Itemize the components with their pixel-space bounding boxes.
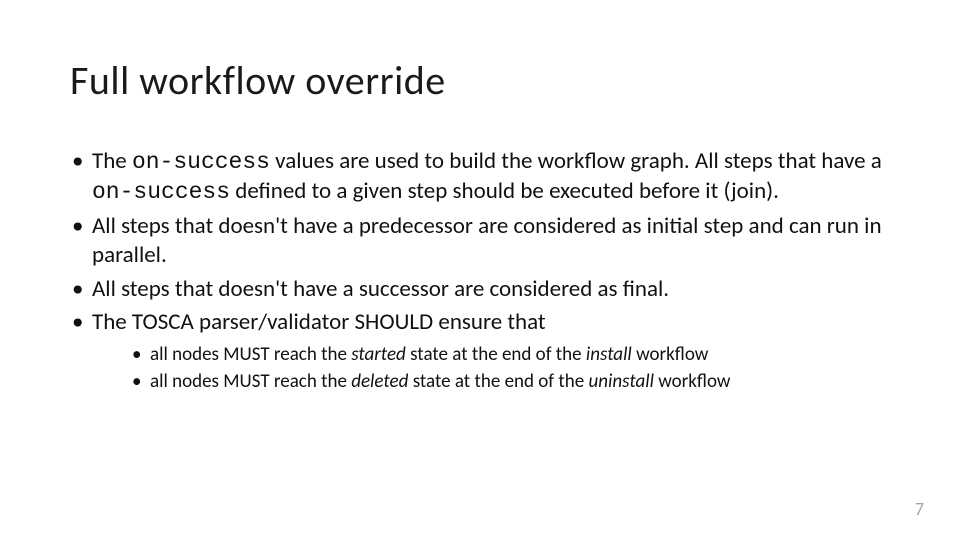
italic: deleted <box>351 370 408 393</box>
text: all nodes MUST reach the <box>150 370 351 393</box>
italic: started <box>351 343 406 366</box>
text: The TOSCA parser/validator SHOULD ensure… <box>92 308 546 336</box>
page-title: Full workflow override <box>70 56 890 105</box>
text: state at the end of the <box>406 343 586 366</box>
text: workflow <box>632 343 709 366</box>
sub-bullet-list: all nodes MUST reach the started state a… <box>92 342 890 394</box>
text: state at the end of the <box>408 370 588 393</box>
text: all nodes MUST reach the <box>150 343 351 366</box>
text: workflow <box>654 370 731 393</box>
sub-bullet-1: all nodes MUST reach the started state a… <box>132 342 890 367</box>
bullet-list: The on-success values are used to build … <box>70 147 890 394</box>
text: The <box>92 147 132 175</box>
sub-bullet-2: all nodes MUST reach the deleted state a… <box>132 369 890 394</box>
bullet-1: The on-success values are used to build … <box>70 147 890 208</box>
bullet-4: The TOSCA parser/validator SHOULD ensure… <box>70 308 890 394</box>
text: defined to a given step should be execut… <box>230 177 779 205</box>
page-number: 7 <box>915 498 924 520</box>
bullet-2: All steps that doesn't have a predecesso… <box>70 212 890 271</box>
code: on-success <box>92 179 230 205</box>
text: values are used to build the workflow gr… <box>270 147 882 175</box>
italic: uninstall <box>589 370 654 393</box>
slide: Full workflow override The on-success va… <box>0 0 960 540</box>
bullet-3: All steps that doesn't have a successor … <box>70 275 890 304</box>
code: on-success <box>132 149 270 175</box>
italic: install <box>586 343 632 366</box>
